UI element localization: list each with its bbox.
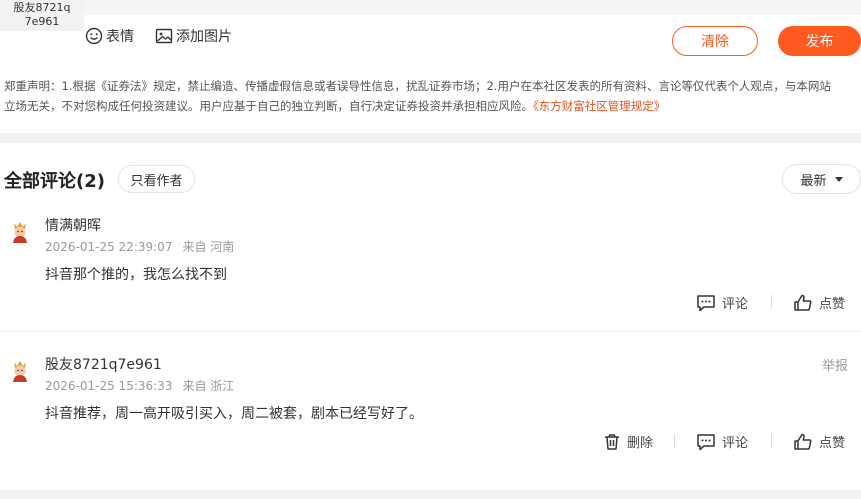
image-icon — [155, 28, 173, 44]
avatar[interactable] — [8, 358, 32, 382]
comment-location: 来自 河南 — [182, 240, 235, 254]
disclaimer: 郑重声明：1.根据《证券法》规定，禁止编造、传播虚假信息或者误导性信息，扰乱证券… — [4, 76, 861, 116]
comment-time: 2026-01-25 15:36:33 — [45, 379, 173, 393]
thumbs-up-icon — [794, 433, 812, 450]
author-only-button[interactable]: 只看作者 — [118, 165, 195, 193]
speech-bubble-icon — [697, 433, 715, 450]
action-separator — [674, 434, 675, 448]
comment-meta: 2026-01-25 15:36:33 来自 浙江 — [45, 377, 234, 394]
community-rules-link[interactable]: 《东方财富社区管理规定》 — [533, 99, 665, 113]
emoji-label: 表情 — [106, 29, 134, 45]
like-label: 点赞 — [819, 436, 846, 451]
comments-title: 全部评论(2) — [4, 171, 105, 192]
disclaimer-line2: 立场无关，不对您构成任何投资建议。用户应基于自己的独立判断，自行决定证券投资并承… — [4, 96, 861, 116]
chevron-down-icon — [834, 176, 843, 182]
like-button[interactable]: 点赞 — [793, 293, 845, 312]
user-chip[interactable]: 股友8721q 7e961 — [0, 0, 84, 31]
add-image-label: 添加图片 — [176, 29, 232, 45]
comment-author[interactable]: 股友8721q7e961 — [45, 354, 162, 374]
emoji-button[interactable]: 表情 — [85, 26, 134, 46]
thumbs-up-icon — [794, 294, 812, 311]
comments-section: 全部评论(2) 只看作者 最新 情满朝晖 2026-01-25 22:39:07… — [0, 143, 861, 490]
comment-text: 抖音那个推的，我怎么找不到 — [45, 267, 227, 283]
like-button[interactable]: 点赞 — [793, 432, 845, 451]
user-chip-line1: 股友8721q — [13, 1, 71, 14]
action-separator — [771, 295, 772, 309]
clear-button[interactable]: 清除 — [672, 26, 758, 56]
disclaimer-line1: 郑重声明：1.根据《证券法》规定，禁止编造、传播虚假信息或者误导性信息，扰乱证券… — [4, 79, 831, 93]
comment-meta: 2026-01-25 22:39:07 来自 河南 — [45, 238, 234, 255]
delete-label: 删除 — [627, 436, 654, 451]
comment-time: 2026-01-25 22:39:07 — [45, 240, 173, 254]
trash-icon — [605, 433, 619, 450]
delete-button[interactable]: 删除 — [603, 432, 653, 451]
comment-location: 来自 浙江 — [182, 379, 235, 393]
add-image-button[interactable]: 添加图片 — [155, 26, 232, 46]
comment-author[interactable]: 情满朝晖 — [45, 215, 101, 235]
publish-button[interactable]: 发布 — [778, 26, 861, 56]
report-button[interactable]: 举报 — [822, 355, 848, 374]
user-chip-line2: 7e961 — [24, 15, 60, 28]
speech-bubble-icon — [697, 294, 715, 311]
sort-dropdown[interactable]: 最新 — [782, 164, 861, 194]
comment-reply-label: 评论 — [722, 436, 749, 451]
comment-reply-label: 评论 — [722, 297, 749, 312]
action-separator — [771, 434, 772, 448]
comment-reply-button[interactable]: 评论 — [696, 293, 748, 312]
comment-reply-button[interactable]: 评论 — [696, 432, 748, 451]
avatar[interactable] — [8, 219, 32, 243]
comment-editor: 股友8721q 7e961 表情 添加图片 清除 发布 郑重声明：1.根据《证券… — [0, 0, 861, 133]
disclaimer-line2-text: 立场无关，不对您构成任何投资建议。用户应基于自己的独立判断，自行决定证券投资并承… — [4, 99, 533, 113]
comment-text: 抖音推荐，周一高开吸引买入，周二被套，剧本已经写好了。 — [45, 406, 423, 422]
smiley-icon — [85, 27, 103, 45]
sort-label: 最新 — [800, 173, 827, 189]
like-label: 点赞 — [819, 297, 846, 312]
editor-input-area[interactable] — [84, 0, 861, 15]
comment-divider — [0, 331, 861, 332]
